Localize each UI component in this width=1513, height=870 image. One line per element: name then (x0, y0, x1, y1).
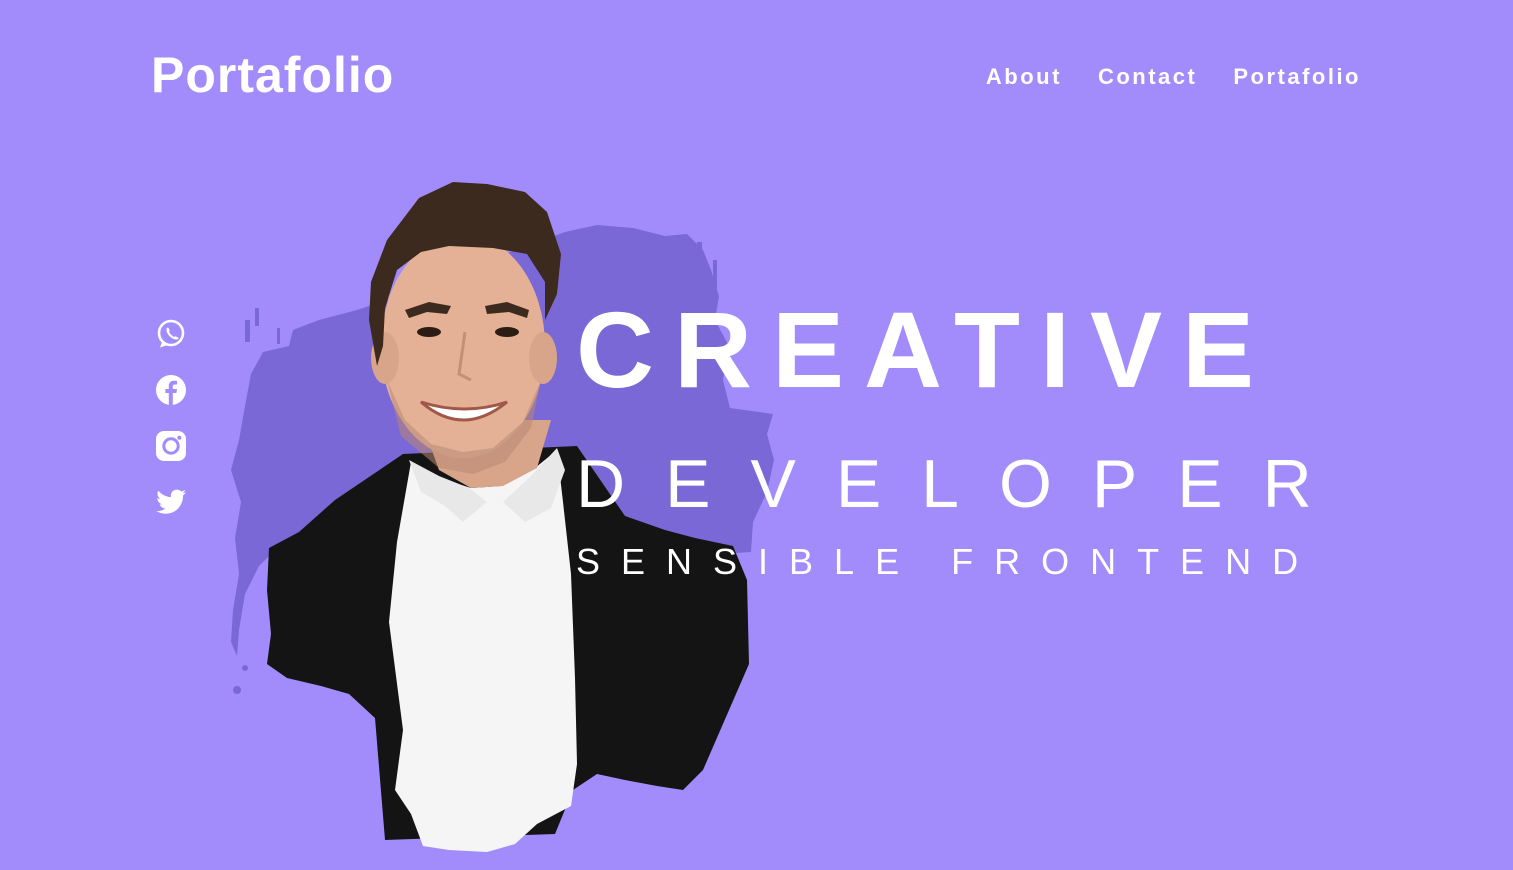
instagram-icon (156, 431, 186, 461)
main-nav: About Contact Portafolio (986, 64, 1361, 90)
twitter-link[interactable] (154, 485, 188, 519)
nav-link-portafolio[interactable]: Portafolio (1233, 64, 1361, 90)
nav-link-contact[interactable]: Contact (1098, 64, 1197, 90)
instagram-link[interactable] (154, 429, 188, 463)
shirt-shape (389, 450, 577, 852)
hero-subtitle: SENSIBLE FRONTEND (576, 541, 1320, 582)
whatsapp-icon (157, 319, 185, 348)
facebook-link[interactable] (154, 373, 188, 407)
hero-title-developer: DEVELOPER (576, 446, 1352, 522)
facebook-icon (156, 375, 186, 405)
hero-headline: CREATIVE DEVELOPER SENSIBLE FRONTEND (576, 296, 1352, 580)
hero-title-creative: CREATIVE (576, 289, 1275, 410)
nav-link-about[interactable]: About (986, 64, 1062, 90)
whatsapp-link[interactable] (154, 317, 188, 351)
twitter-icon (156, 489, 186, 514)
site-logo[interactable]: Portafolio (151, 48, 394, 103)
right-eye-shape (495, 327, 519, 337)
social-links (154, 317, 188, 519)
left-eye-shape (417, 327, 441, 337)
right-ear-shape (529, 332, 557, 384)
